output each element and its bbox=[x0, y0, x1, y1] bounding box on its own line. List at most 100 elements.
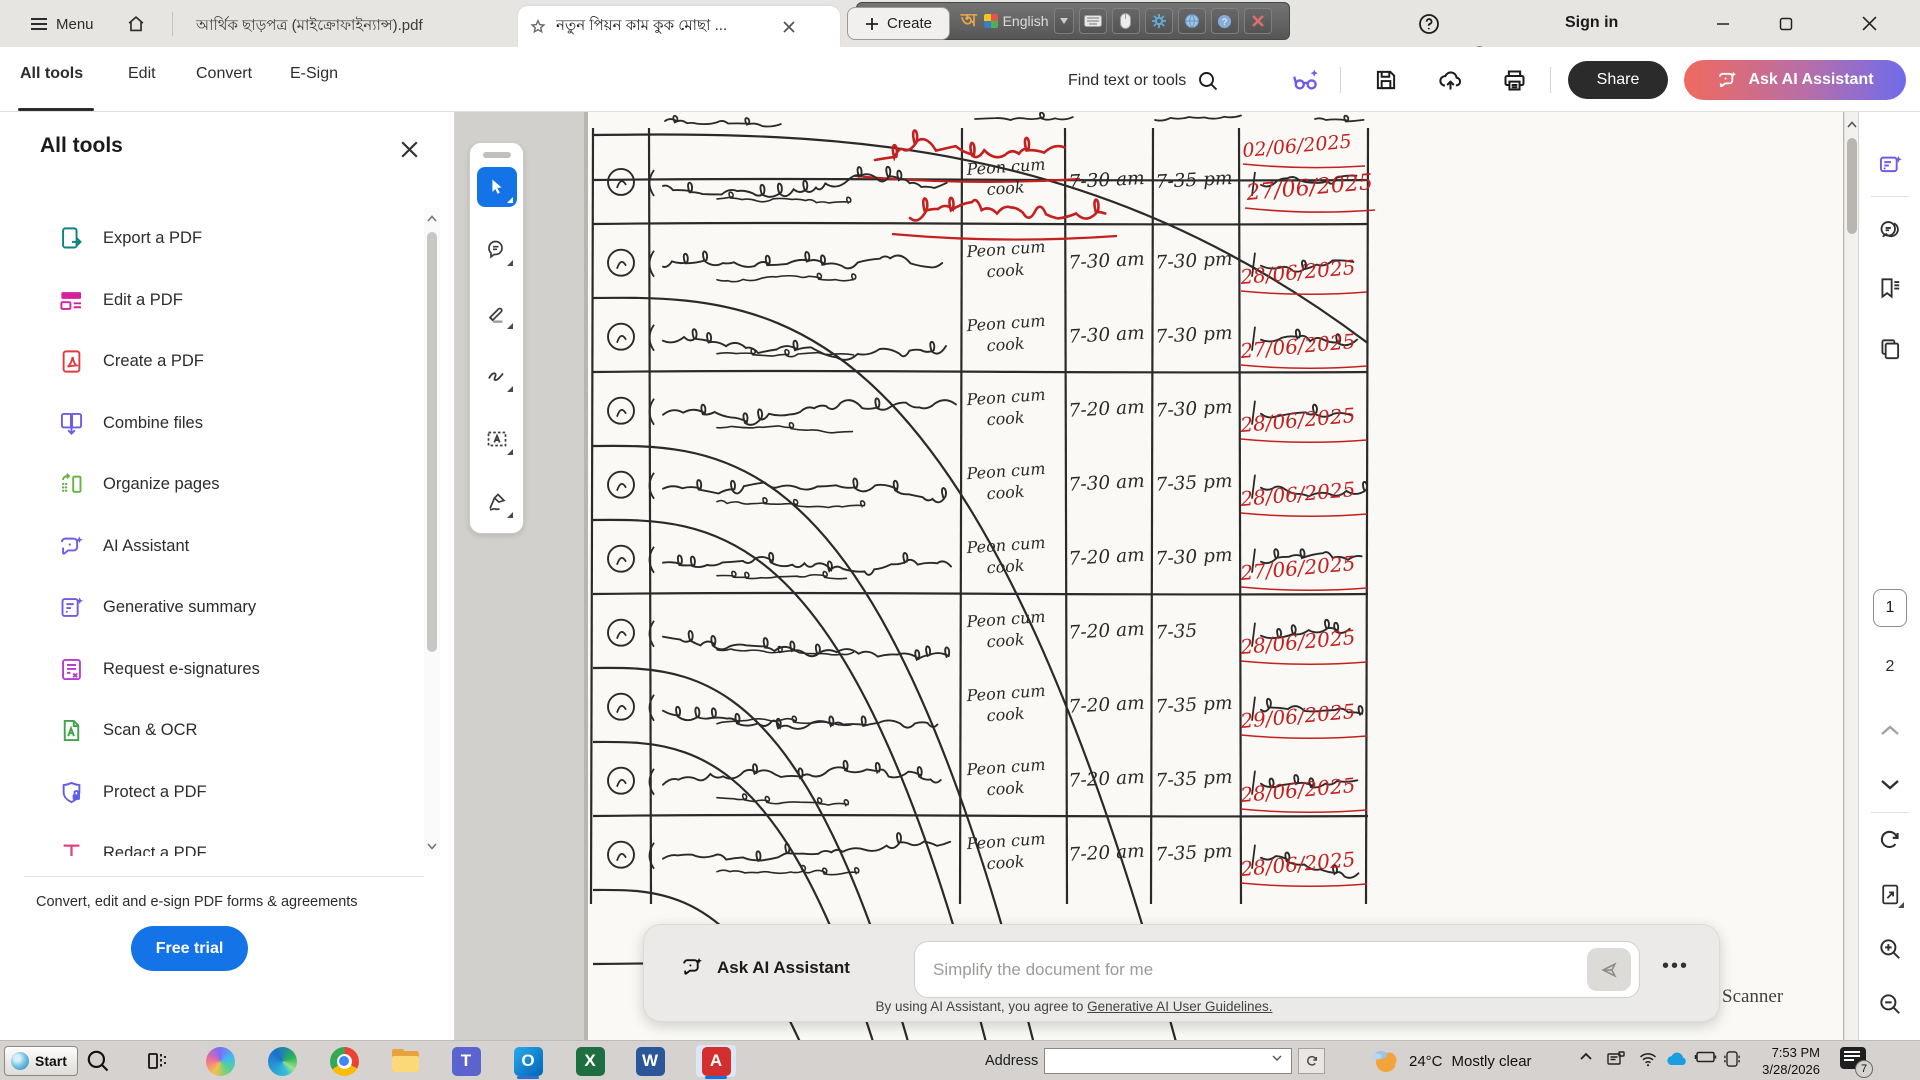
sidebar-item-create-pdf[interactable]: Create a PDF bbox=[0, 331, 420, 393]
help-button[interactable] bbox=[1413, 9, 1445, 39]
sidebar-item-generative-summary[interactable]: Generative summary bbox=[0, 577, 420, 639]
svg-text:cook: cook bbox=[986, 260, 1025, 282]
address-go-button[interactable] bbox=[1298, 1048, 1325, 1074]
language-label[interactable]: English bbox=[1003, 13, 1049, 29]
tray-onedrive-icon[interactable] bbox=[1664, 1049, 1688, 1069]
language-dropdown-button[interactable] bbox=[1054, 8, 1074, 34]
sidebar-item-organize-pages[interactable]: Organize pages bbox=[0, 454, 420, 516]
bookmarks-button[interactable] bbox=[1872, 270, 1908, 306]
tab-close-icon[interactable] bbox=[782, 20, 796, 34]
close-button[interactable] bbox=[1846, 0, 1892, 47]
tab-all-tools[interactable]: All tools bbox=[20, 65, 83, 83]
tab-edit[interactable]: Edit bbox=[128, 65, 156, 83]
rotate-button[interactable] bbox=[1872, 822, 1908, 858]
free-trial-button[interactable]: Free trial bbox=[131, 926, 248, 971]
taskbar-app-excel[interactable]: X bbox=[570, 1045, 610, 1077]
search-taskbar-button[interactable] bbox=[78, 1045, 118, 1077]
close-language-bar-button[interactable] bbox=[1244, 8, 1272, 34]
sidebar-item-request-esignatures[interactable]: Request e-signatures bbox=[0, 639, 420, 701]
tray-windows-icon[interactable] bbox=[1606, 1049, 1626, 1069]
document-canvas[interactable]: Peon cumcook7-30 am7-35 pm02/06/202527/0… bbox=[455, 112, 1858, 1040]
comments-button[interactable] bbox=[1872, 212, 1908, 248]
address-dropdown-icon[interactable] bbox=[1272, 1055, 1282, 1061]
page-up-button[interactable] bbox=[1872, 712, 1908, 748]
taskbar-app-edge[interactable] bbox=[262, 1045, 302, 1077]
notification-center-button[interactable]: 7 bbox=[1840, 1047, 1870, 1074]
page-down-button[interactable] bbox=[1872, 767, 1908, 803]
sidebar-item-ai-assistant[interactable]: AI Assistant bbox=[0, 516, 420, 578]
sidebar-item-export-pdf[interactable]: Export a PDF bbox=[0, 208, 420, 270]
sidebar-item-edit-pdf[interactable]: Edit a PDF bbox=[0, 270, 420, 332]
scrollbar-thumb[interactable] bbox=[1847, 138, 1857, 234]
zoom-out-button[interactable] bbox=[1872, 986, 1908, 1022]
page-number-box[interactable]: 1 bbox=[1873, 589, 1907, 627]
draw-tool-button[interactable] bbox=[477, 356, 517, 396]
tray-wifi-icon[interactable] bbox=[1638, 1049, 1658, 1069]
sign-in-button[interactable]: Sign in bbox=[1565, 8, 1618, 38]
tray-battery-icon[interactable] bbox=[1694, 1049, 1718, 1065]
generative-summary-button[interactable] bbox=[1872, 147, 1908, 183]
sidebar-item-redact-pdf[interactable]: Redact a PDF bbox=[0, 823, 420, 856]
taskbar-app-acrobat[interactable]: A bbox=[696, 1045, 736, 1077]
sidebar-item-protect-pdf[interactable]: Protect a PDF bbox=[0, 762, 420, 824]
address-input[interactable] bbox=[1044, 1048, 1292, 1074]
tab-convert[interactable]: Convert bbox=[196, 65, 252, 83]
scroll-up-icon[interactable] bbox=[424, 210, 440, 226]
weather-icon bbox=[1370, 1046, 1400, 1076]
drag-handle[interactable] bbox=[483, 152, 511, 158]
taskbar-app-teams[interactable]: T bbox=[446, 1045, 486, 1077]
maximize-button[interactable] bbox=[1763, 0, 1809, 47]
settings-icon-button[interactable] bbox=[1145, 8, 1173, 34]
tab-esign[interactable]: E-Sign bbox=[290, 65, 338, 83]
zoom-in-button[interactable] bbox=[1872, 931, 1908, 967]
ai-glasses-button[interactable] bbox=[1288, 63, 1324, 97]
export-pdf-icon bbox=[58, 225, 85, 252]
fit-page-button[interactable] bbox=[1872, 876, 1908, 912]
sidebar-item-scan-ocr[interactable]: Scan & OCR bbox=[0, 700, 420, 762]
ask-ai-assistant-button[interactable]: Ask AI Assistant bbox=[1684, 60, 1906, 100]
taskbar-app-file-explorer[interactable] bbox=[385, 1045, 425, 1077]
task-view-button[interactable] bbox=[137, 1045, 177, 1077]
document-scrollbar[interactable] bbox=[1844, 112, 1858, 1040]
panel-close-button[interactable] bbox=[394, 134, 424, 164]
web-icon-button[interactable] bbox=[1178, 8, 1206, 34]
guidelines-link[interactable]: Generative AI User Guidelines. bbox=[1087, 999, 1272, 1014]
page-thumbnails-button[interactable] bbox=[1872, 331, 1908, 367]
tray-expand-button[interactable] bbox=[1578, 1049, 1594, 1065]
scroll-down-icon[interactable] bbox=[424, 838, 440, 854]
sign-tool-button[interactable] bbox=[477, 482, 517, 522]
start-button[interactable]: Start bbox=[4, 1046, 78, 1076]
ai-input[interactable] bbox=[933, 960, 1587, 980]
help-icon-button[interactable]: ? bbox=[1211, 8, 1239, 34]
tab-financial-pdf[interactable]: আর্থিক ছাড়পত্র (মাইক্রোফাইন্যান্স).pdf bbox=[186, 6, 511, 47]
scrollbar-thumb[interactable] bbox=[427, 232, 437, 652]
select-tool-button[interactable] bbox=[477, 167, 517, 207]
comment-tool-button[interactable] bbox=[477, 230, 517, 270]
create-tab-button[interactable]: Create bbox=[847, 7, 950, 40]
weather-temp: 24°C bbox=[1409, 1053, 1443, 1070]
highlight-tool-button[interactable] bbox=[477, 293, 517, 333]
upload-button[interactable] bbox=[1432, 63, 1468, 97]
weather-widget[interactable]: 24°C Mostly clear bbox=[1370, 1044, 1532, 1078]
share-button[interactable]: Share bbox=[1568, 61, 1668, 99]
mouse-icon-button[interactable] bbox=[1112, 8, 1140, 34]
tab-active-pdf[interactable]: নতুন পিয়ন কাম কুক মোছা ... bbox=[518, 6, 840, 47]
taskbar-app-word[interactable]: W bbox=[630, 1045, 670, 1077]
send-button[interactable] bbox=[1587, 948, 1631, 991]
panel-scrollbar[interactable] bbox=[424, 208, 440, 856]
print-button[interactable] bbox=[1496, 63, 1532, 97]
minimize-button[interactable] bbox=[1700, 0, 1746, 47]
tray-phone-link-icon[interactable] bbox=[1722, 1049, 1742, 1069]
home-button[interactable] bbox=[118, 8, 154, 40]
find-tool[interactable]: Find text or tools bbox=[1068, 69, 1220, 93]
taskbar-app-copilot[interactable] bbox=[200, 1045, 240, 1077]
taskbar-app-outlook[interactable]: O bbox=[508, 1045, 548, 1077]
keyboard-icon-button[interactable] bbox=[1079, 8, 1107, 34]
menu-button[interactable]: Menu bbox=[22, 8, 102, 40]
clock[interactable]: 7:53 PM 3/28/2026 bbox=[1744, 1045, 1820, 1079]
taskbar-app-chrome[interactable] bbox=[324, 1045, 364, 1077]
text-box-tool-button[interactable] bbox=[477, 419, 517, 459]
save-button[interactable] bbox=[1368, 63, 1404, 97]
sidebar-item-combine-files[interactable]: Combine files bbox=[0, 393, 420, 455]
more-options-button[interactable]: ••• bbox=[1662, 955, 1689, 978]
